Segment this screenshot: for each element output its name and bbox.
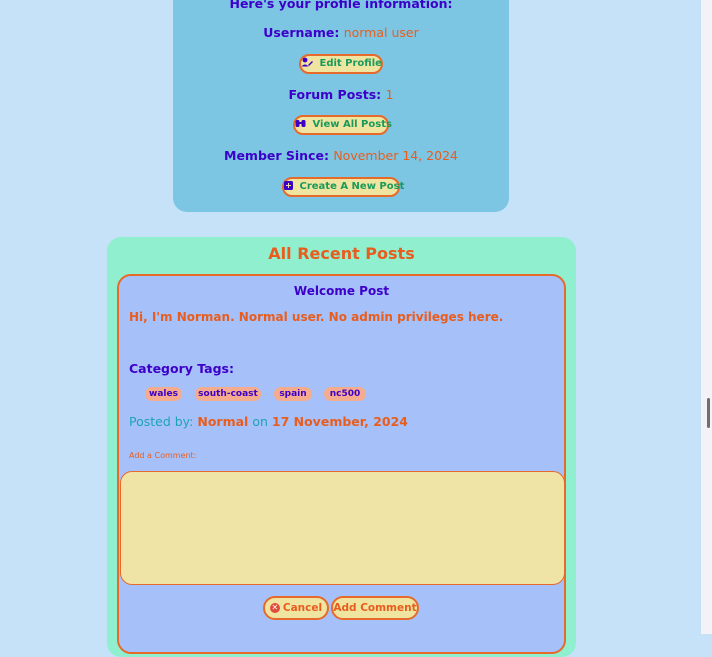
scrollbar-track[interactable] bbox=[701, 0, 712, 634]
member-since-row: Member Since: November 14, 2024 bbox=[173, 148, 509, 163]
on-label: on bbox=[252, 414, 268, 429]
post-title: Welcome Post bbox=[293, 284, 390, 298]
tag-nc500[interactable]: nc500 bbox=[324, 387, 366, 401]
user-pen-icon bbox=[301, 57, 316, 69]
tag-spain[interactable]: spain bbox=[274, 387, 312, 401]
username-value: normal user bbox=[343, 25, 419, 40]
post-body: Hi, I'm Norman. Normal user. No admin pr… bbox=[129, 310, 504, 324]
cancel-button[interactable]: ✕ Cancel bbox=[263, 596, 329, 620]
circle-x-icon: ✕ bbox=[269, 603, 280, 613]
tag-wales[interactable]: wales bbox=[145, 387, 182, 401]
posted-by-label: Posted by: bbox=[129, 414, 194, 429]
member-since-label: Member Since: bbox=[224, 148, 329, 163]
post-author: Normal bbox=[197, 414, 249, 429]
recent-posts-card: All Recent Posts Welcome Post Hi, I'm No… bbox=[107, 237, 576, 657]
plus-square-icon bbox=[284, 181, 296, 192]
edit-profile-button[interactable]: Edit Profile bbox=[299, 54, 383, 74]
scrollbar-thumb[interactable] bbox=[707, 398, 710, 428]
cancel-label: Cancel bbox=[282, 602, 323, 614]
tag-south-coast[interactable]: south-coast bbox=[195, 387, 261, 401]
comment-textarea[interactable] bbox=[120, 471, 565, 585]
forum-posts-label: Forum Posts: bbox=[288, 87, 382, 102]
forum-posts-row: Forum Posts: 1 bbox=[173, 87, 509, 102]
profile-heading: Here's your profile information: bbox=[229, 0, 453, 11]
member-since-value: November 14, 2024 bbox=[333, 148, 458, 163]
post-card: Welcome Post Hi, I'm Norman. Normal user… bbox=[117, 274, 566, 654]
post-meta: Posted by: Normal on 17 November, 2024 bbox=[129, 414, 408, 429]
add-comment-button[interactable]: Add Comment bbox=[331, 596, 419, 620]
view-all-posts-label: View All Posts bbox=[312, 119, 392, 130]
create-post-button[interactable]: Create A New Post bbox=[282, 177, 404, 197]
forum-posts-value: 1 bbox=[385, 87, 394, 102]
username-label: Username: bbox=[263, 25, 340, 40]
binoculars-icon bbox=[295, 119, 309, 130]
add-comment-label: Add Comment bbox=[333, 602, 417, 614]
post-date: 17 November, 2024 bbox=[271, 414, 408, 429]
comment-label: Add a Comment: bbox=[129, 451, 197, 460]
recent-posts-title: All Recent Posts bbox=[268, 244, 415, 263]
tags-label: Category Tags: bbox=[129, 361, 234, 376]
profile-card: Here's your profile information: Usernam… bbox=[173, 0, 509, 212]
username-row: Username: normal user bbox=[173, 25, 509, 40]
edit-profile-label: Edit Profile bbox=[319, 58, 382, 69]
view-all-posts-button[interactable]: View All Posts bbox=[293, 115, 392, 135]
create-post-label: Create A New Post bbox=[299, 181, 405, 192]
